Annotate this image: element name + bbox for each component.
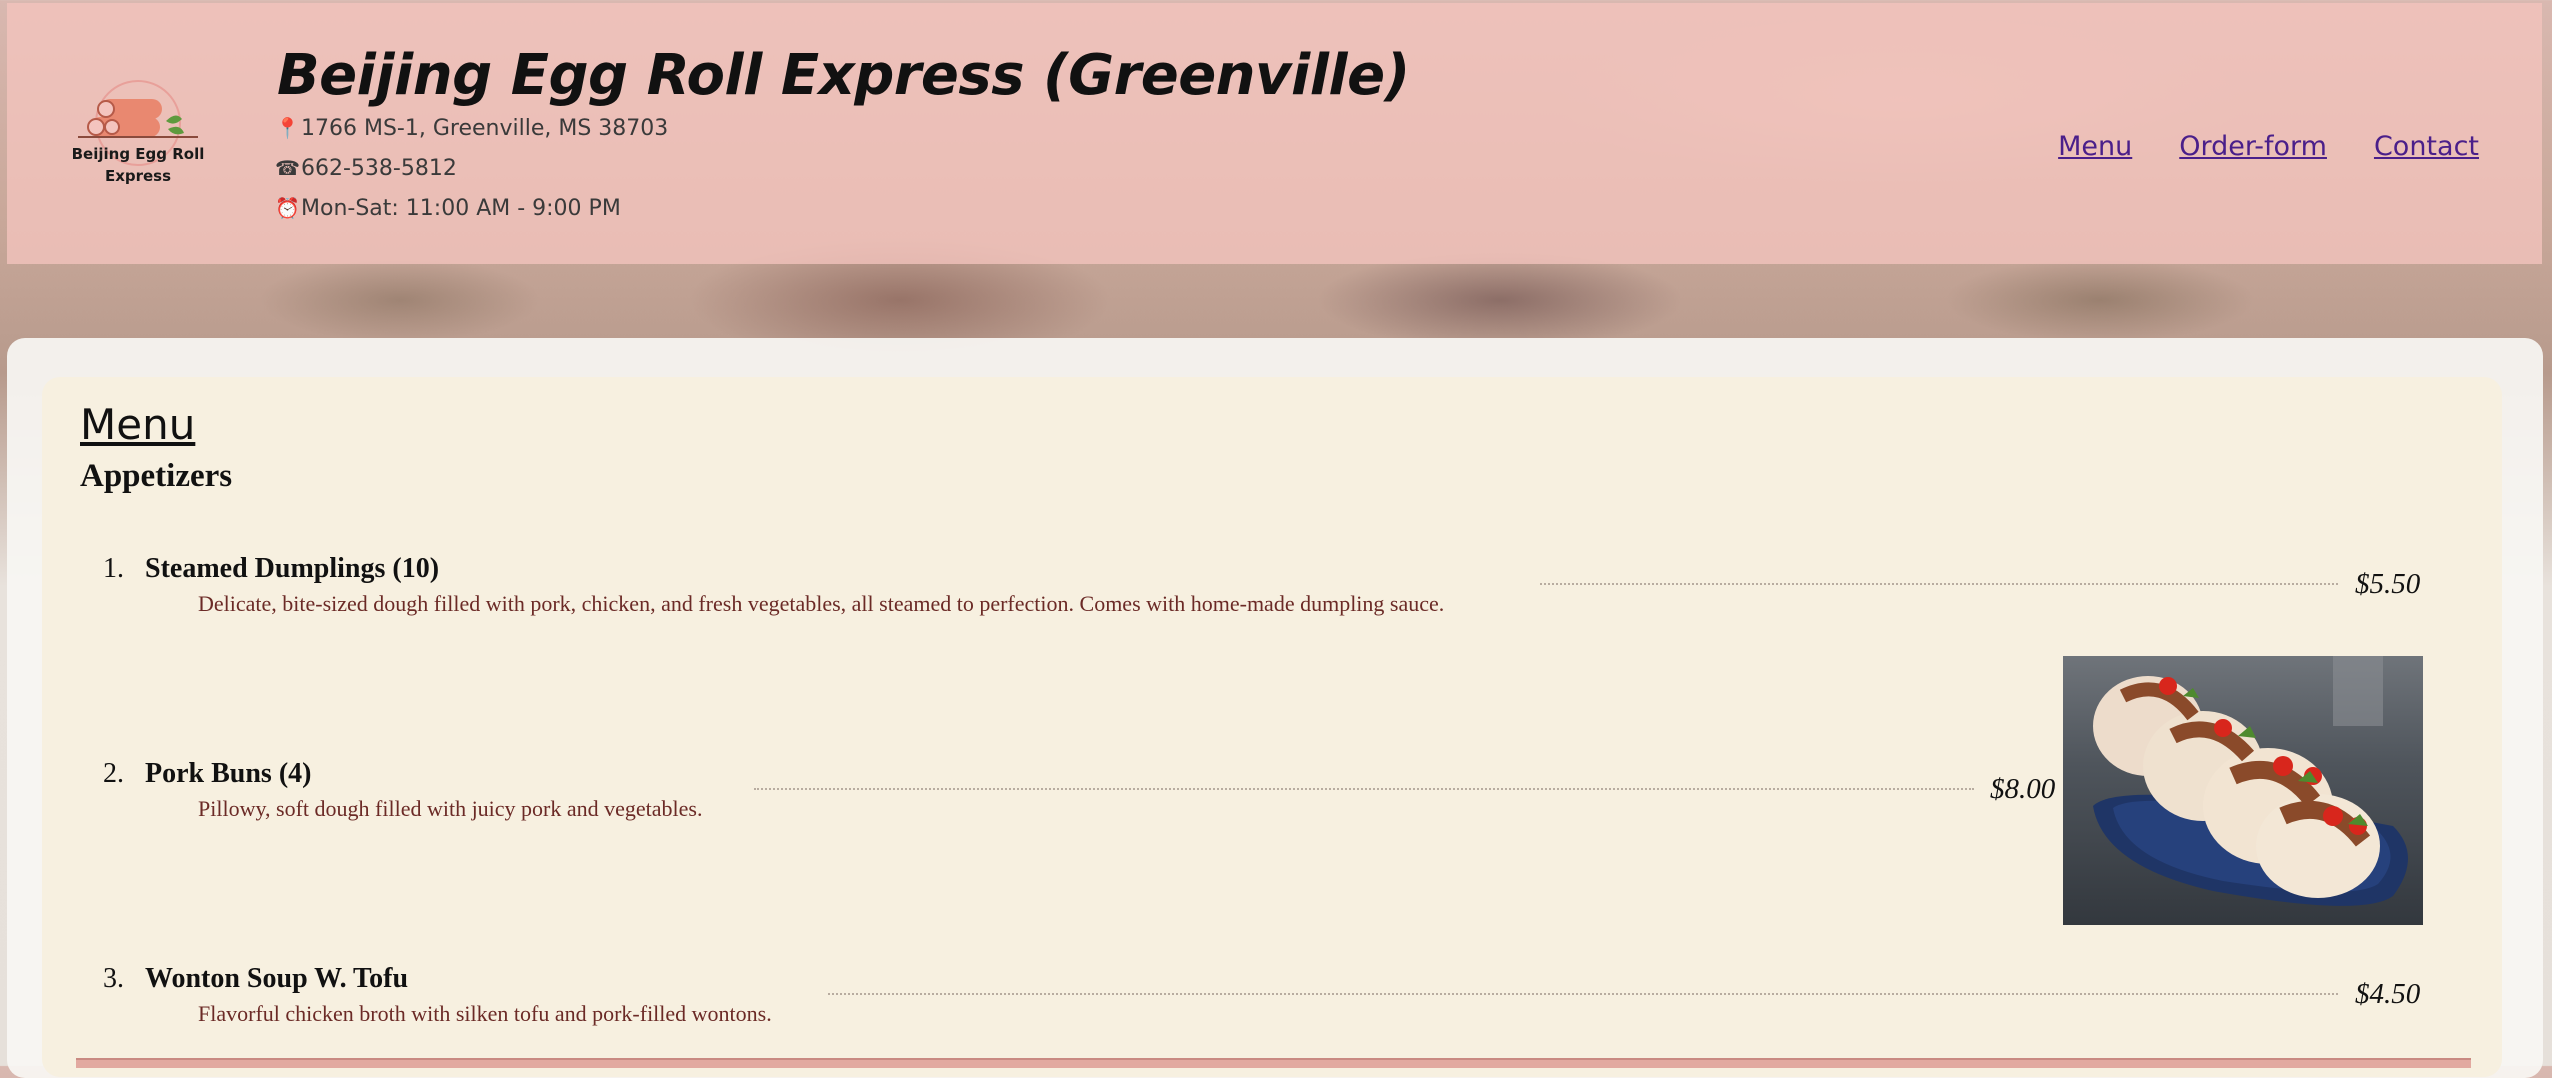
- logo: Beijing Egg Roll Express: [72, 80, 204, 185]
- hours-text: Mon-Sat: 11:00 AM - 9:00 PM: [301, 196, 621, 221]
- price-leader: [828, 993, 2338, 995]
- menu-heading: Menu: [80, 400, 196, 449]
- item-description: Flavorful chicken broth with silken tofu…: [198, 1001, 772, 1026]
- address-text: 1766 MS-1, Greenville, MS 38703: [301, 116, 669, 141]
- item-number: 2.: [103, 758, 124, 789]
- item-number: 3.: [103, 963, 124, 994]
- pork-buns-photo: [2063, 656, 2423, 925]
- item-name: Steamed Dumplings (10): [145, 553, 440, 584]
- logo-text-line1: Beijing Egg Roll: [72, 145, 204, 163]
- phone-text: 662-538-5812: [301, 156, 457, 181]
- price-leader: [754, 788, 1974, 790]
- section-heading-appetizers: Appetizers: [80, 458, 233, 494]
- nav-link-contact[interactable]: Contact: [2374, 131, 2479, 162]
- address-line: 📍1766 MS-1, Greenville, MS 38703: [275, 116, 668, 141]
- hours-line: ⏰Mon-Sat: 11:00 AM - 9:00 PM: [275, 196, 621, 221]
- location-icon: 📍: [275, 116, 300, 140]
- nav-link-menu[interactable]: Menu: [2058, 131, 2132, 162]
- next-section-bar: [76, 1058, 2471, 1068]
- logo-text-line2: Express: [105, 167, 171, 185]
- item-price: $8.00: [1990, 773, 2056, 805]
- phone-line: ☎662-538-5812: [275, 156, 457, 181]
- item-price: $4.50: [2355, 978, 2421, 1010]
- item-price: $5.50: [2355, 568, 2421, 600]
- phone-icon: ☎: [275, 156, 300, 180]
- item-description: Delicate, bite-sized dough filled with p…: [198, 591, 1445, 616]
- item-name: Wonton Soup W. Tofu: [145, 963, 409, 994]
- site-header: Beijing Egg Roll Express Beijing Egg Rol…: [7, 3, 2542, 264]
- price-leader: [1540, 583, 2338, 585]
- item-number: 1.: [103, 553, 124, 584]
- item-description: Pillowy, soft dough filled with juicy po…: [198, 796, 703, 821]
- nav-link-order-form[interactable]: Order-form: [2179, 131, 2327, 162]
- clock-icon: ⏰: [275, 196, 300, 220]
- item-name: Pork Buns (4): [145, 758, 312, 789]
- main-nav: Menu Order-form Contact: [2058, 131, 2479, 162]
- site-title: Beijing Egg Roll Express (Greenville): [277, 43, 1410, 108]
